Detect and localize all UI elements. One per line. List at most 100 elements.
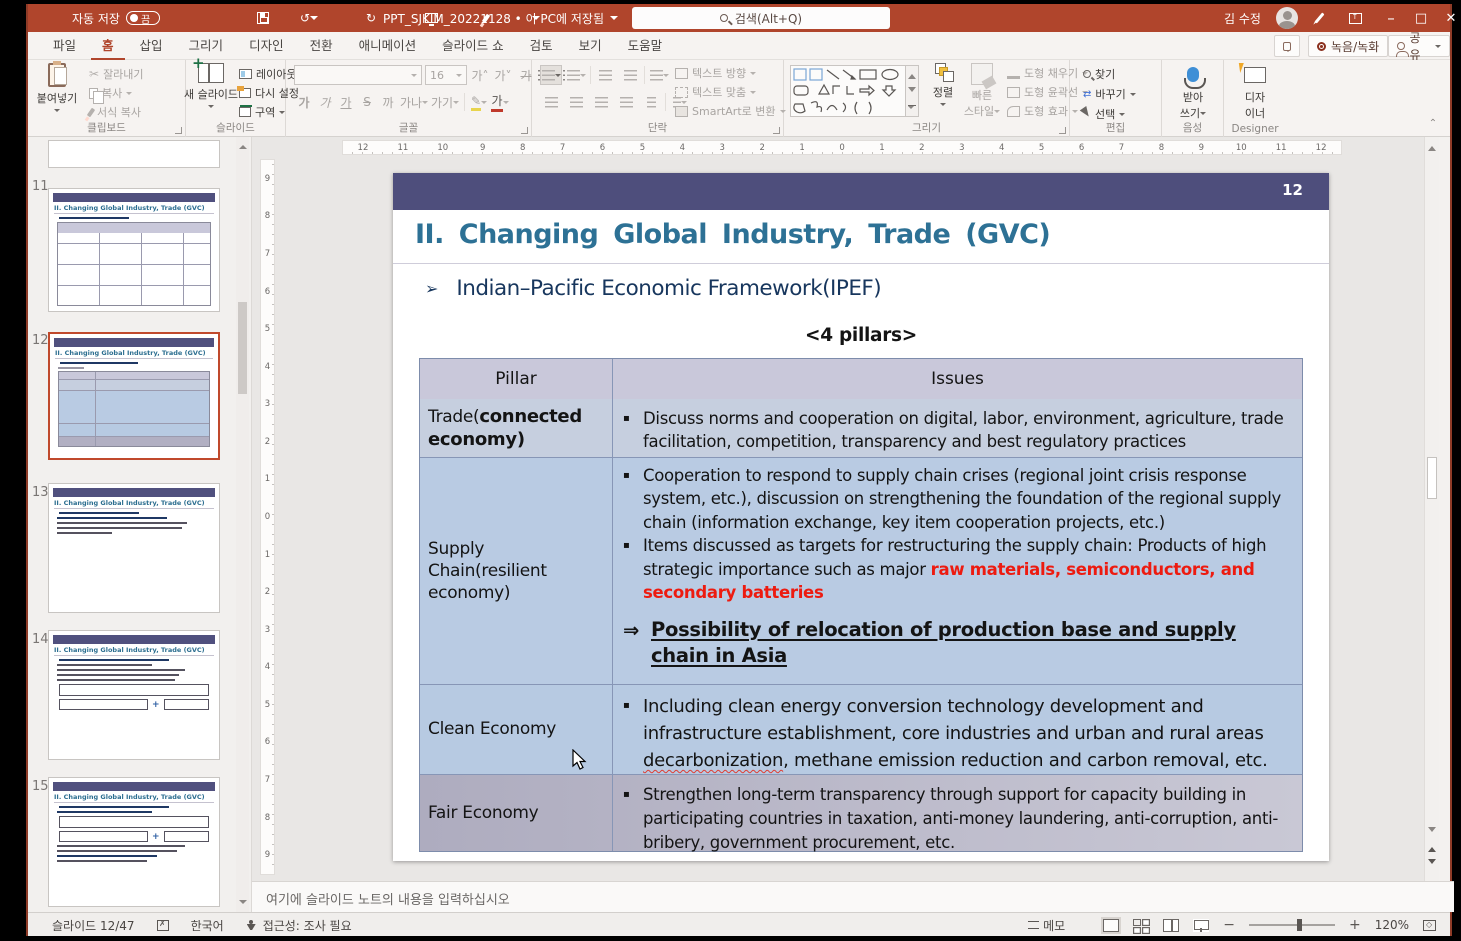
- ink-button[interactable]: [1306, 4, 1332, 32]
- next-slide-button[interactable]: [1428, 859, 1436, 868]
- replace-button[interactable]: ⇄바꾸기: [1080, 85, 1139, 103]
- zoom-level[interactable]: 120%: [1375, 918, 1409, 932]
- find-button[interactable]: 찾기: [1080, 65, 1139, 83]
- record-button[interactable]: 녹음/녹화: [1308, 35, 1388, 57]
- designer-button[interactable]: 디자 이너: [1232, 63, 1278, 121]
- thumbnail-scrollbar[interactable]: [236, 137, 249, 912]
- format-painter-button[interactable]: 서식 복사: [86, 103, 147, 121]
- line-spacing-button[interactable]: [648, 65, 670, 85]
- arrange-button[interactable]: 정렬: [926, 63, 960, 121]
- character-spacing-button[interactable]: 가나: [399, 92, 429, 112]
- thumb-diagram-box: [59, 816, 209, 828]
- shape-gallery[interactable]: [790, 65, 906, 117]
- zoom-in-button[interactable]: +: [1349, 917, 1361, 933]
- justify-button[interactable]: [615, 92, 637, 112]
- columns-icon: [647, 97, 656, 108]
- quick-styles-button[interactable]: 빠른 스타일: [962, 63, 1002, 121]
- dialog-launcher-icon[interactable]: [175, 127, 182, 134]
- ribbon-tab-6[interactable]: 애니메이션: [348, 32, 428, 60]
- ribbon-tab-4[interactable]: 디자인: [238, 32, 295, 60]
- slide-thumbnail-15[interactable]: II. Changing Global Industry, Trade (GVC…: [48, 777, 220, 907]
- slide-scrollbar[interactable]: [1424, 137, 1439, 881]
- ribbon-tab-2[interactable]: 삽입: [129, 32, 174, 60]
- align-center-button[interactable]: [565, 92, 587, 112]
- search-input[interactable]: 검색(Alt+Q): [632, 7, 890, 29]
- cut-button[interactable]: ✂잘라내기: [86, 65, 147, 83]
- slide-thumbnail-14[interactable]: II. Changing Global Industry, Trade (GVC…: [48, 630, 220, 760]
- align-left-button[interactable]: [540, 92, 562, 112]
- ribbon-tab-10[interactable]: 도움말: [617, 32, 674, 60]
- ribbon-tab-3[interactable]: 그리기: [178, 32, 235, 60]
- slide-thumbnail-10[interactable]: [48, 140, 220, 168]
- dialog-launcher-icon[interactable]: [773, 127, 780, 134]
- reading-view-button[interactable]: [1163, 919, 1179, 932]
- copy-button[interactable]: 복사: [86, 84, 147, 102]
- decrease-indent-button[interactable]: [594, 65, 616, 85]
- zoom-out-button[interactable]: −: [1223, 917, 1235, 933]
- slide-canvas[interactable]: 12 II. Changing Global Industry, Trade (…: [393, 173, 1329, 861]
- share-button[interactable]: 공유: [1388, 35, 1450, 57]
- collapse-ribbon-button[interactable]: ⌃: [1426, 118, 1440, 132]
- slide-subtitle[interactable]: ➢ Indian–Pacific Economic Framework(IPEF…: [425, 276, 881, 301]
- grow-font-button[interactable]: 가˄: [470, 65, 490, 85]
- ribbon-tab-9[interactable]: 보기: [568, 32, 613, 60]
- change-case-button[interactable]: 가기: [430, 92, 460, 112]
- paste-button[interactable]: 붙여넣기: [34, 63, 80, 121]
- slideshow-view-button[interactable]: [1193, 919, 1209, 932]
- slide-thumbnail-11[interactable]: II. Changing Global Industry, Trade (GVC…: [48, 188, 220, 312]
- font-size-combo[interactable]: 16: [425, 65, 467, 85]
- shrink-font-button[interactable]: 가˅: [493, 65, 513, 85]
- fit-to-window-button[interactable]: [1423, 920, 1436, 931]
- dictate-button[interactable]: 받아 쓰기: [1170, 63, 1216, 121]
- underline-button[interactable]: 가: [336, 92, 356, 112]
- ribbon-tab-5[interactable]: 전환: [299, 32, 344, 60]
- text-shadow-button[interactable]: 까: [378, 92, 398, 112]
- font-name-combo[interactable]: [294, 65, 422, 85]
- ribbon-tab-0[interactable]: 파일: [42, 32, 87, 60]
- previous-slide-button[interactable]: [1428, 843, 1436, 852]
- convert-smartart-button[interactable]: SmartArt로 변환: [672, 102, 789, 120]
- bold-button[interactable]: 가: [294, 92, 314, 112]
- language-indicator[interactable]: 한국어: [191, 917, 224, 934]
- numbering-button[interactable]: [565, 65, 587, 85]
- slide-sorter-view-button[interactable]: [1133, 919, 1149, 932]
- dialog-launcher-icon[interactable]: [1059, 127, 1066, 134]
- close-button[interactable]: ✕: [1438, 4, 1461, 32]
- minimize-button[interactable]: –: [1378, 4, 1404, 32]
- notes-pane[interactable]: 여기에 슬라이드 노트의 내용을 입력하십시오: [252, 881, 1454, 912]
- ribbon-tab-7[interactable]: 슬라이드 쇼: [431, 32, 514, 60]
- new-slide-button[interactable]: 새 슬라이드: [188, 63, 234, 121]
- align-right-button[interactable]: [590, 92, 612, 112]
- shape-gallery-scroll[interactable]: [906, 65, 919, 117]
- font-color-button[interactable]: 가: [490, 92, 510, 112]
- align-text-button[interactable]: 텍스트 맞춤: [672, 83, 789, 101]
- bullets-button[interactable]: [540, 65, 562, 85]
- zoom-slider-thumb[interactable]: [1297, 919, 1302, 931]
- notes-toggle-button[interactable]: 메모: [1028, 917, 1065, 934]
- zoom-slider[interactable]: [1249, 924, 1335, 926]
- increase-indent-button[interactable]: [619, 65, 641, 85]
- ipef-table[interactable]: Pillar Issues Trade(connected economy)▪D…: [419, 358, 1303, 852]
- normal-view-button[interactable]: [1103, 919, 1119, 932]
- italic-button[interactable]: 가: [315, 92, 335, 112]
- highlight-color-button[interactable]: ✎: [469, 92, 489, 112]
- strikethrough-button[interactable]: S: [357, 92, 377, 112]
- spell-check-icon[interactable]: [157, 920, 169, 931]
- dialog-launcher-icon[interactable]: [521, 127, 528, 134]
- scrollbar-thumb[interactable]: [1427, 457, 1437, 499]
- accessibility-status[interactable]: 접근성: 조사 필요: [246, 917, 352, 934]
- ribbon-tab-8[interactable]: 검토: [519, 32, 564, 60]
- slide-title[interactable]: II. Changing Global Industry, Trade (GVC…: [415, 219, 1050, 250]
- columns-button[interactable]: [640, 92, 662, 112]
- account-avatar[interactable]: [1276, 4, 1298, 32]
- maximize-button[interactable]: □: [1408, 4, 1434, 32]
- slide-thumbnail-12-selected[interactable]: II. Changing Global Industry, Trade (GVC…: [48, 332, 220, 460]
- ribbon-tab-1[interactable]: 홈: [91, 32, 125, 60]
- table-row-1: Supply Chain(resilient economy)▪Cooperat…: [420, 457, 1302, 684]
- slide-thumbnail-13[interactable]: II. Changing Global Industry, Trade (GVC…: [48, 483, 220, 613]
- scrollbar-thumb[interactable]: [238, 302, 247, 394]
- comments-button[interactable]: [1274, 35, 1300, 57]
- user-name[interactable]: 김 수정: [1224, 4, 1261, 32]
- ribbon-display-options-button[interactable]: [1342, 4, 1368, 32]
- text-direction-button[interactable]: 텍스트 방향: [672, 64, 789, 82]
